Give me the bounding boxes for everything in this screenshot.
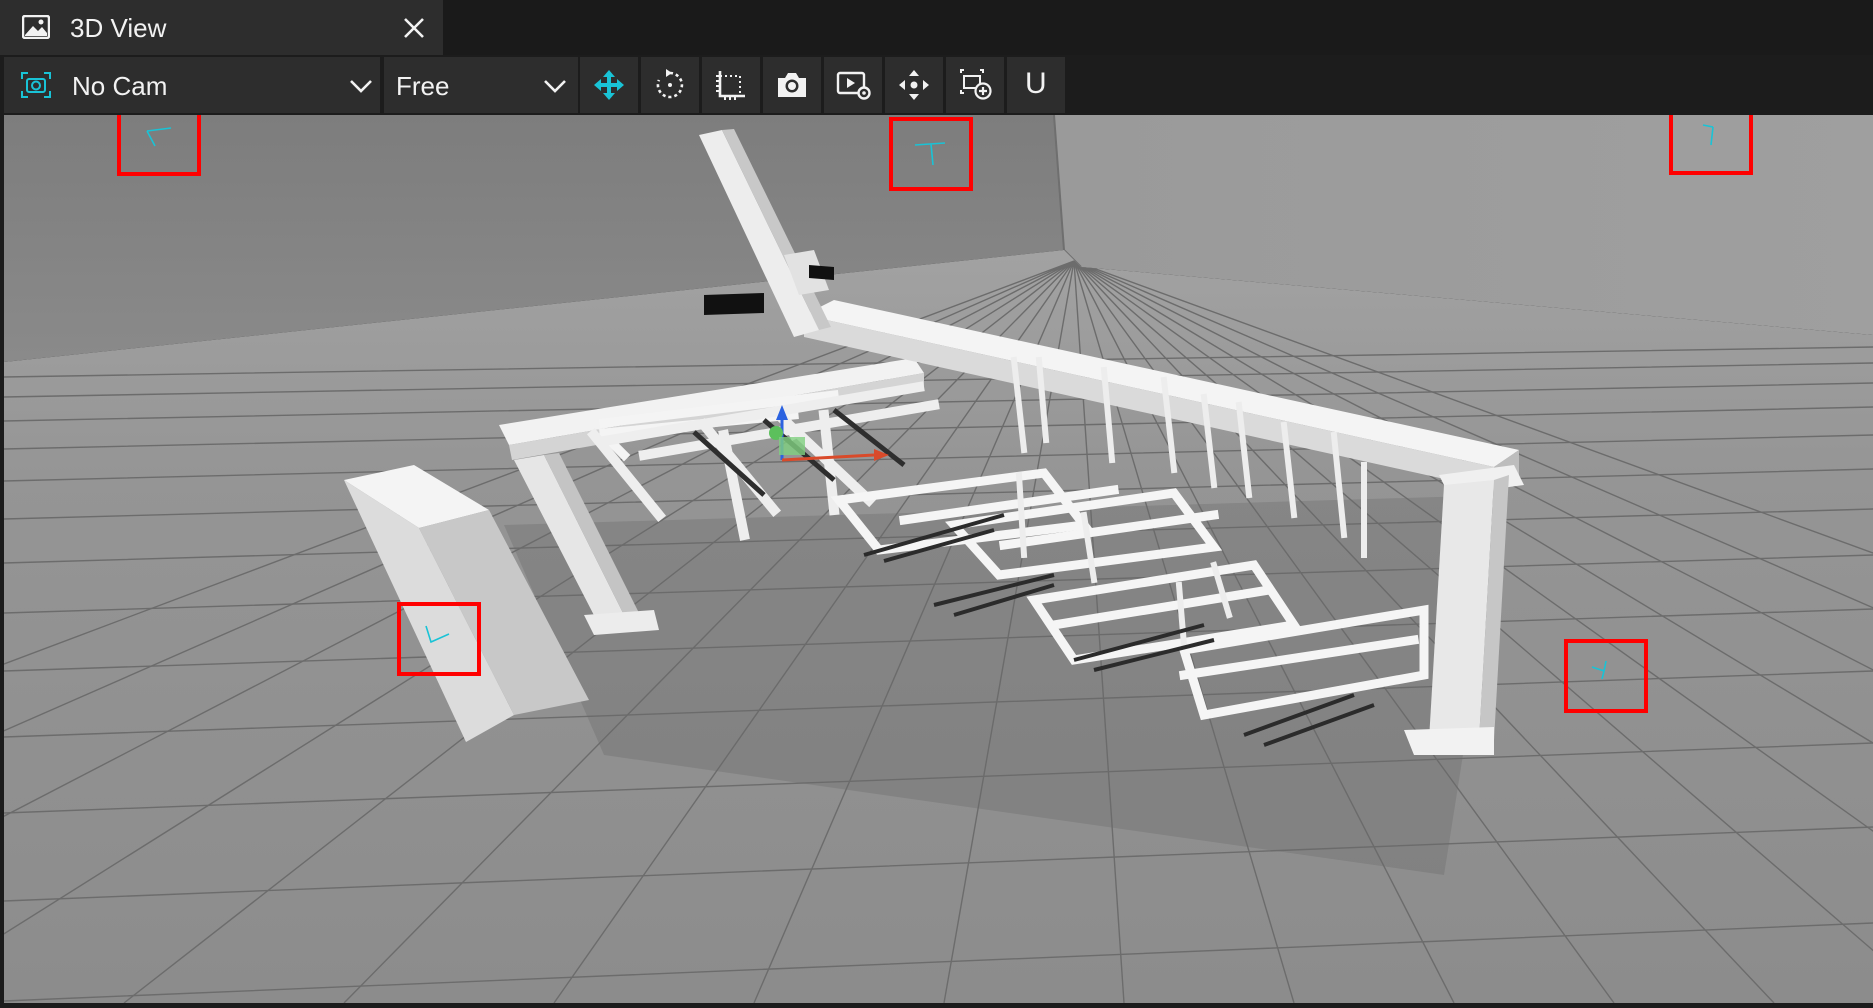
- axis-gizmo-icon: [1702, 124, 1714, 146]
- move-gizmo-icon: [594, 70, 624, 100]
- pan-icon: [899, 70, 929, 100]
- rotate-tool-button[interactable]: [641, 57, 699, 113]
- marker-top-left-gizmo[interactable]: [117, 115, 201, 176]
- chevron-down-icon: [350, 80, 372, 93]
- marker-top-center-gizmo[interactable]: [889, 117, 973, 191]
- add-camera-icon: [960, 69, 992, 100]
- u-button-label: U: [1025, 67, 1047, 100]
- view-mode-select-value: Free: [396, 71, 450, 101]
- scale-tool-button[interactable]: [702, 57, 760, 113]
- u-button[interactable]: U: [1007, 57, 1065, 113]
- 3d-viewport[interactable]: [4, 115, 1873, 1003]
- camera-icon: [21, 72, 51, 98]
- marker-left-pillar-gizmo[interactable]: [397, 602, 481, 676]
- chevron-down-icon: [544, 80, 566, 93]
- camera-select-value: No Cam: [72, 71, 168, 101]
- axis-gizmo-icon: [914, 142, 946, 166]
- marker-top-right-gizmo[interactable]: [1669, 115, 1753, 175]
- add-camera-button[interactable]: [946, 57, 1004, 113]
- 3d-view-window: 3D View No Cam Free U: [0, 0, 1873, 1008]
- camera-select[interactable]: No Cam: [4, 57, 380, 113]
- marker-right-gizmo[interactable]: [1564, 639, 1648, 713]
- pan-tool-button[interactable]: [885, 57, 943, 113]
- viewport-toolbar: No Cam Free U: [0, 55, 1873, 115]
- move-tool-button[interactable]: [580, 57, 638, 113]
- axis-gizmo-icon: [146, 127, 172, 147]
- scale-icon: [716, 71, 745, 100]
- image-icon: [22, 15, 50, 39]
- tab-title: 3D View: [70, 13, 167, 43]
- render-settings-icon: [836, 71, 871, 100]
- close-icon[interactable]: [400, 14, 428, 42]
- render-settings-button[interactable]: [824, 57, 882, 113]
- tab-bar: 3D View: [0, 0, 1873, 55]
- scene-render: [4, 115, 1873, 1003]
- axis-gizmo-icon: [1591, 660, 1607, 680]
- snapshot-button[interactable]: [763, 57, 821, 113]
- camera-snapshot-icon: [778, 73, 806, 97]
- axis-gizmo-icon: [425, 625, 450, 644]
- view-mode-select[interactable]: Free: [384, 57, 578, 113]
- tab-3d-view[interactable]: 3D View: [0, 0, 443, 55]
- rotate-icon: [656, 69, 684, 99]
